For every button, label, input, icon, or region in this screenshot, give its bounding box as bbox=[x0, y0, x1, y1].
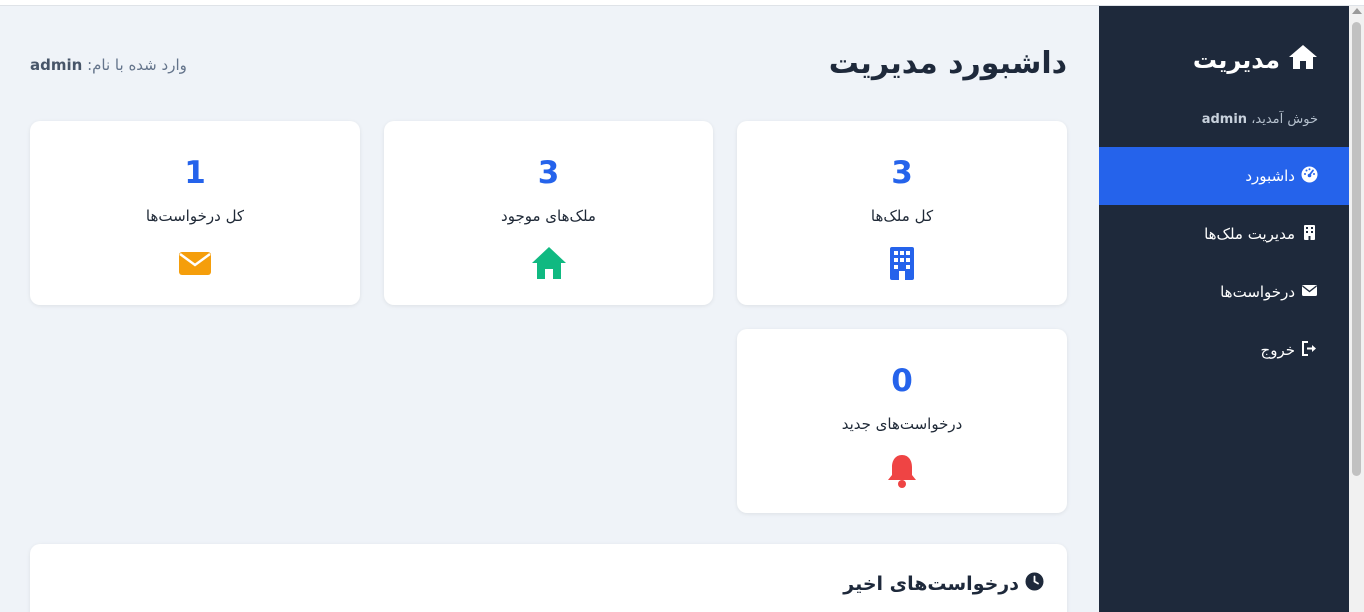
building-icon bbox=[1301, 224, 1318, 245]
clock-icon bbox=[1025, 572, 1044, 596]
sidebar-item-label: مدیریت ملک‌ها bbox=[1204, 225, 1295, 243]
home-icon bbox=[1288, 44, 1318, 76]
welcome-prefix: خوش آمدید، bbox=[1247, 112, 1318, 127]
logged-in-prefix: وارد شده با نام: bbox=[82, 56, 187, 74]
dashboard-icon bbox=[1301, 166, 1318, 187]
stat-card-new-requests: 0 درخواست‌های جدید bbox=[737, 329, 1067, 513]
envelope-icon bbox=[1301, 282, 1318, 303]
welcome-user: admin bbox=[1201, 112, 1248, 127]
recent-requests-panel: درخواست‌های اخیر bbox=[30, 544, 1067, 612]
welcome-text: خوش آمدید، admin bbox=[1202, 112, 1318, 127]
stat-value: 3 bbox=[891, 155, 913, 191]
scrollbar-thumb[interactable] bbox=[1352, 22, 1361, 476]
stat-value: 0 bbox=[891, 363, 913, 399]
logged-in-user: admin bbox=[30, 56, 83, 74]
scroll-up-arrow-icon[interactable] bbox=[1352, 8, 1362, 14]
recent-requests-title: درخواست‌های اخیر bbox=[843, 572, 1044, 596]
sidebar-item-dashboard[interactable]: داشبورد bbox=[1099, 147, 1349, 205]
recent-requests-label: درخواست‌های اخیر bbox=[843, 573, 1019, 595]
stat-label: ملک‌های موجود bbox=[501, 207, 596, 225]
stat-card-available-properties: 3 ملک‌های موجود bbox=[384, 121, 713, 305]
sidebar: مدیریت خوش آمدید، admin داشبورد مدیریت م… bbox=[1099, 6, 1349, 612]
page-title: داشبورد مدیریت bbox=[828, 46, 1067, 81]
sidebar-brand-label: مدیریت bbox=[1192, 46, 1280, 74]
sidebar-item-requests[interactable]: درخواست‌ها bbox=[1099, 263, 1349, 321]
stat-value: 3 bbox=[537, 155, 560, 191]
sidebar-item-label: داشبورد bbox=[1245, 167, 1295, 185]
stat-card-total-properties: 3 کل ملک‌ها bbox=[737, 121, 1067, 305]
logout-icon bbox=[1301, 340, 1318, 361]
stat-label: کل درخواست‌ها bbox=[145, 207, 245, 225]
bell-icon bbox=[884, 453, 920, 489]
sidebar-item-label: خروج bbox=[1260, 341, 1295, 359]
envelope-icon bbox=[177, 245, 213, 281]
building-icon bbox=[884, 245, 920, 281]
sidebar-item-label: درخواست‌ها bbox=[1220, 283, 1295, 301]
stat-label: درخواست‌های جدید bbox=[841, 415, 963, 433]
sidebar-item-properties[interactable]: مدیریت ملک‌ها bbox=[1099, 205, 1349, 263]
stat-value: 1 bbox=[184, 155, 206, 191]
logged-in-text: وارد شده با نام: admin bbox=[30, 56, 187, 74]
sidebar-item-logout[interactable]: خروج bbox=[1099, 321, 1349, 379]
sidebar-brand[interactable]: مدیریت bbox=[1193, 44, 1318, 76]
stat-label: کل ملک‌ها bbox=[870, 207, 934, 225]
stat-card-total-requests: 1 کل درخواست‌ها bbox=[30, 121, 360, 305]
home-icon bbox=[531, 245, 567, 281]
